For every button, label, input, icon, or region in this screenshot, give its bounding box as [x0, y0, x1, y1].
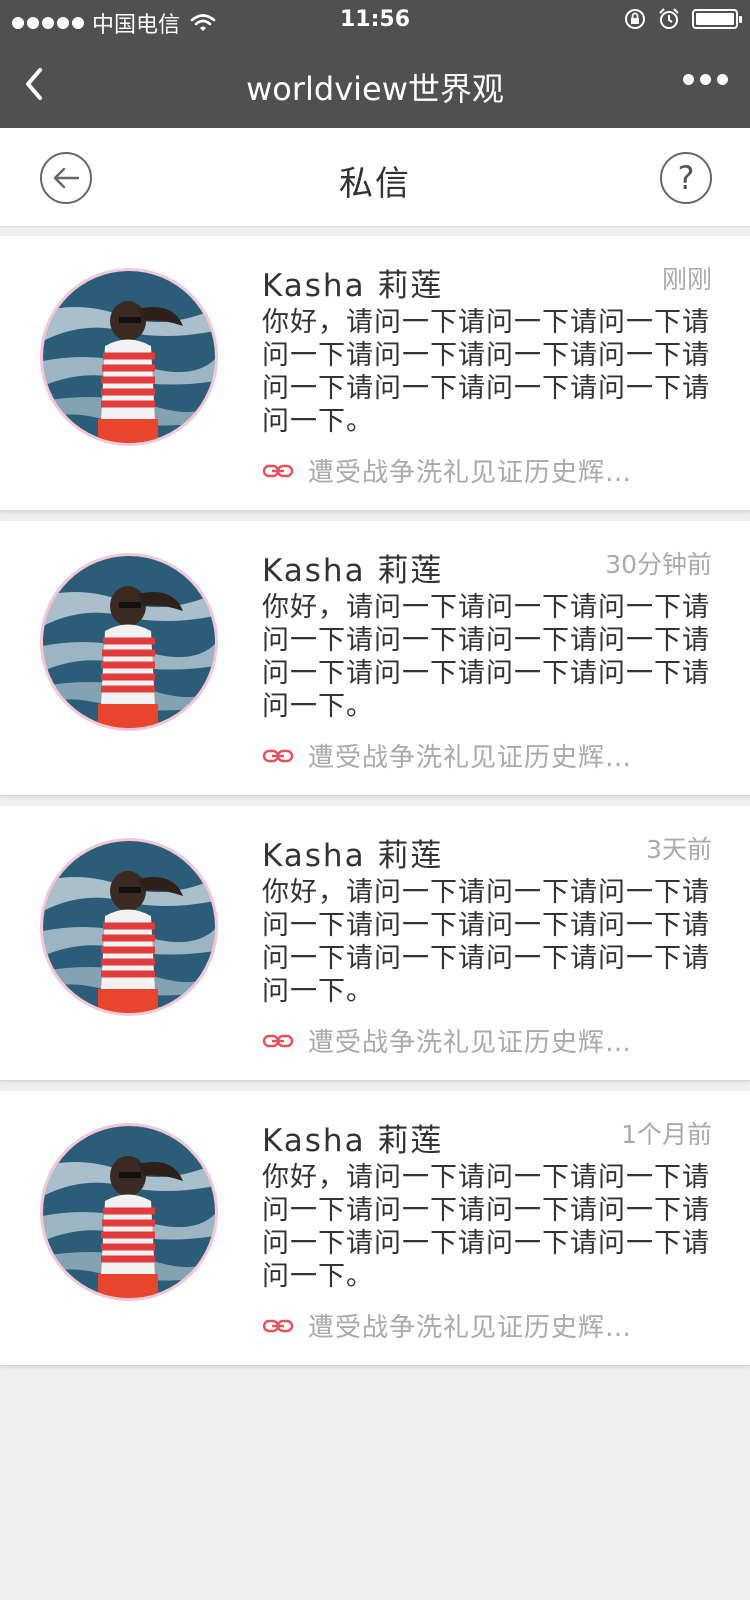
link-icon [262, 464, 294, 477]
sender-name: Kasha 莉莲 [262, 553, 444, 589]
message-preview: 你好，请问一下请问一下请问一下请问一下请问一下请问一下请问一下请问一下请问一下请… [262, 1162, 710, 1292]
status-right [624, 8, 742, 30]
message-time: 30分钟前 [605, 550, 712, 579]
message-item[interactable]: Kasha 莉莲 30分钟前 你好，请问一下请问一下请问一下请问一下请问一下请问… [0, 521, 750, 796]
message-preview: 你好，请问一下请问一下请问一下请问一下请问一下请问一下请问一下请问一下请问一下请… [262, 877, 710, 1007]
link-icon [262, 1319, 294, 1332]
help-button[interactable]: ? [660, 152, 712, 204]
sender-name: Kasha 莉莲 [262, 838, 444, 874]
alarm-icon [659, 8, 679, 29]
avatar[interactable] [40, 268, 218, 446]
title-bar: worldview世界观 [0, 40, 750, 128]
link-icon [262, 1034, 294, 1047]
linked-article-title: 遭受战争洗礼见证历史辉… [308, 458, 633, 488]
avatar[interactable] [40, 1123, 218, 1301]
linked-article[interactable]: 遭受战争洗礼见证历史辉… [262, 1022, 632, 1059]
linked-article-title: 遭受战争洗礼见证历史辉… [308, 1313, 633, 1343]
more-options-icon[interactable] [683, 74, 728, 85]
sender-name: Kasha 莉莲 [262, 268, 444, 304]
link-icon [262, 749, 294, 762]
message-preview: 你好，请问一下请问一下请问一下请问一下请问一下请问一下请问一下请问一下请问一下请… [262, 592, 710, 722]
linked-article[interactable]: 遭受战争洗礼见证历史辉… [262, 452, 632, 489]
avatar-photo [43, 556, 215, 728]
message-item[interactable]: Kasha 莉莲 3天前 你好，请问一下请问一下请问一下请问一下请问一下请问一下… [0, 806, 750, 1081]
linked-article[interactable]: 遭受战争洗礼见证历史辉… [262, 737, 632, 774]
avatar-photo [43, 841, 215, 1013]
message-time: 1个月前 [621, 1120, 712, 1149]
message-item[interactable]: Kasha 莉莲 刚刚 你好，请问一下请问一下请问一下请问一下请问一下请问一下请… [0, 236, 750, 511]
avatar-photo [43, 271, 215, 443]
page-header: 私信 ? [0, 128, 750, 227]
help-icon: ? [677, 159, 695, 197]
status-bar: 中国电信 11:56 [0, 0, 750, 40]
message-time: 3天前 [646, 835, 712, 864]
linked-article-title: 遭受战争洗礼见证历史辉… [308, 1028, 633, 1058]
linked-article[interactable]: 遭受战争洗礼见证历史辉… [262, 1307, 632, 1344]
message-time: 刚刚 [661, 265, 712, 294]
battery-icon [692, 9, 742, 29]
message-item[interactable]: Kasha 莉莲 1个月前 你好，请问一下请问一下请问一下请问一下请问一下请问一… [0, 1091, 750, 1366]
avatar[interactable] [40, 553, 218, 731]
avatar-photo [43, 1126, 215, 1298]
page-title: 私信 [339, 164, 411, 204]
message-preview: 你好，请问一下请问一下请问一下请问一下请问一下请问一下请问一下请问一下请问一下请… [262, 307, 710, 437]
linked-article-title: 遭受战争洗礼见证历史辉… [308, 743, 633, 773]
avatar[interactable] [40, 838, 218, 1016]
rotation-lock-icon [625, 9, 645, 29]
app-title: worldview世界观 [246, 70, 504, 108]
sender-name: Kasha 莉莲 [262, 1123, 444, 1159]
message-list: Kasha 莉莲 刚刚 你好，请问一下请问一下请问一下请问一下请问一下请问一下请… [0, 236, 750, 1376]
